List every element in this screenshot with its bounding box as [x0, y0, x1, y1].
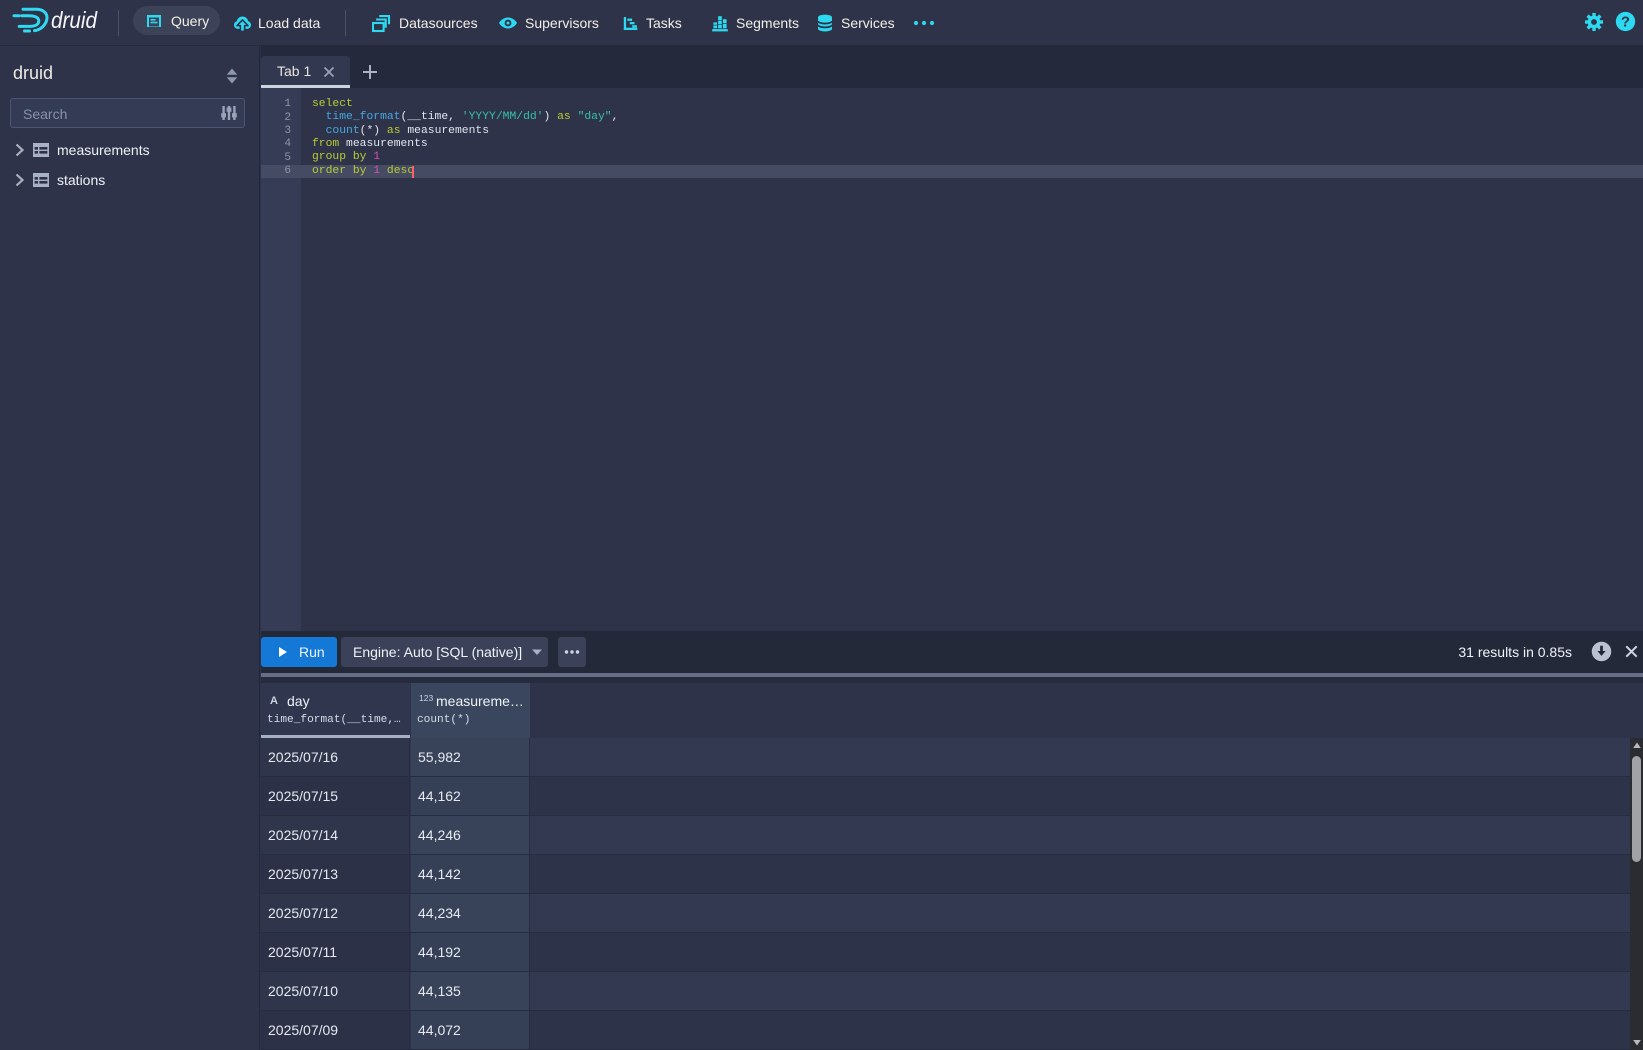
svg-text:?: ?	[1621, 14, 1630, 30]
